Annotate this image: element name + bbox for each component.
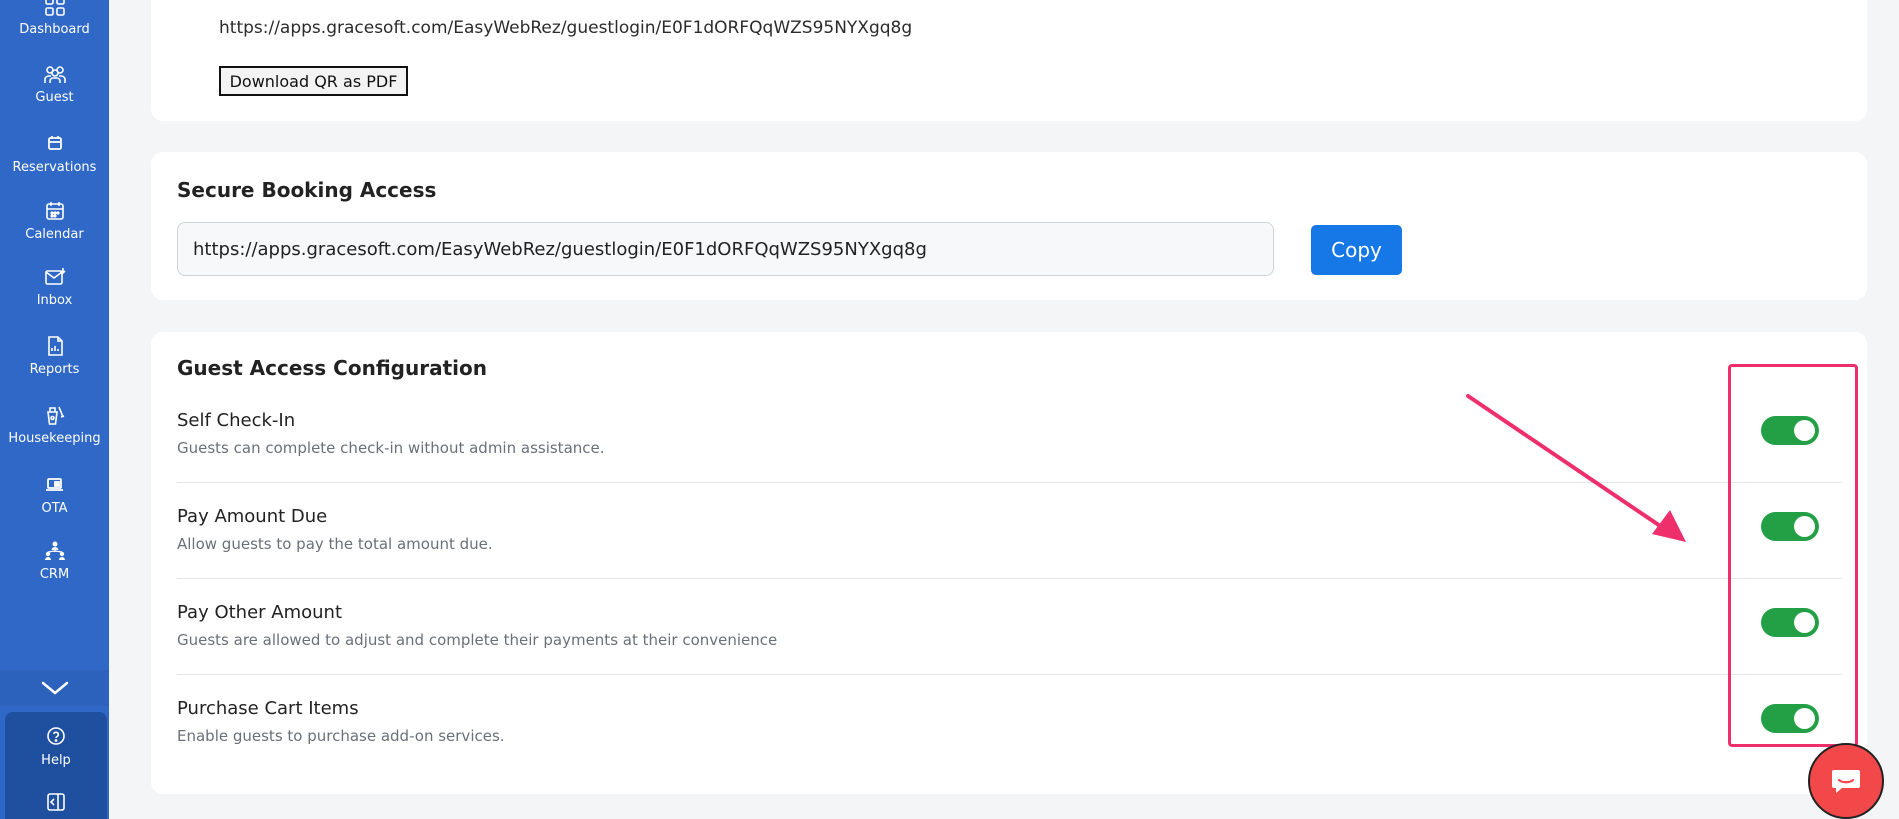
chat-widget-button[interactable] <box>1808 743 1884 819</box>
sidebar-item-label: Guest <box>35 90 74 105</box>
help-label: Help <box>41 753 71 768</box>
calendar-icon <box>45 202 64 220</box>
sidebar-item-label: Reservations <box>12 160 97 175</box>
option-title: Purchase Cart Items <box>177 698 359 719</box>
sidebar-item-label: Inbox <box>36 293 73 308</box>
sidebar-item-reports[interactable]: Reports <box>0 334 109 377</box>
option-description: Enable guests to purchase add-on service… <box>177 727 505 745</box>
annotation-arrow-icon <box>1466 394 1686 542</box>
crm-icon <box>44 541 65 560</box>
toggle-highlight-box <box>1728 364 1858 747</box>
expand-sidebar-button[interactable] <box>0 670 109 706</box>
option-title: Pay Amount Due <box>177 506 328 527</box>
sidebar-item-crm[interactable]: CRM <box>0 539 109 582</box>
option-title: Self Check-In <box>177 410 296 431</box>
sidebar-item-label: Calendar <box>25 227 84 242</box>
ota-icon <box>45 478 63 491</box>
dashboard-icon <box>44 0 65 16</box>
sidebar-item-inbox[interactable]: Inbox <box>0 265 109 308</box>
sidebar-item-housekeeping[interactable]: Housekeeping <box>0 403 109 446</box>
sidebar-item-label: OTA <box>41 501 68 516</box>
qr-code-card: https://apps.gracesoft.com/EasyWebRez/gu… <box>151 0 1867 121</box>
sidebar-item-label: CRM <box>39 567 70 582</box>
secure-booking-card: Secure Booking Access Copy <box>151 152 1867 300</box>
sidebar-bottom-panel: Help <box>5 712 107 819</box>
inbox-icon <box>44 268 66 285</box>
reports-icon <box>47 336 63 356</box>
sidebar-item-dashboard[interactable]: Dashboard <box>0 0 109 37</box>
download-qr-pdf-button[interactable]: Download QR as PDF <box>219 66 408 96</box>
option-description: Allow guests to pay the total amount due… <box>177 535 493 553</box>
section-title: Guest Access Configuration <box>177 356 487 380</box>
option-description: Guests are allowed to adjust and complet… <box>177 631 778 649</box>
collapse-sidebar-button[interactable] <box>5 791 107 817</box>
sidebar-item-guest[interactable]: Guest <box>0 62 109 105</box>
sidebar-item-reservations[interactable]: Reservations <box>0 132 109 175</box>
guest-icon <box>43 66 66 83</box>
sidebar-item-calendar[interactable]: Calendar <box>0 199 109 242</box>
help-icon <box>47 727 65 745</box>
copy-button[interactable]: Copy <box>1311 225 1402 275</box>
option-description: Guests can complete check-in without adm… <box>177 439 605 457</box>
sidebar-item-label: Dashboard <box>19 22 90 37</box>
section-title: Secure Booking Access <box>177 178 437 202</box>
reservations-icon <box>47 136 62 150</box>
guest-login-url: https://apps.gracesoft.com/EasyWebRez/gu… <box>219 18 913 38</box>
divider <box>177 578 1842 579</box>
chat-icon <box>1832 770 1860 793</box>
sidebar-item-label: Housekeeping <box>8 431 101 446</box>
sidebar-item-ota[interactable]: OTA <box>0 473 109 516</box>
collapse-panel-icon <box>47 793 65 811</box>
sidebar-item-label: Reports <box>29 362 80 377</box>
housekeeping-icon <box>46 406 64 425</box>
sidebar: Dashboard Guest Reservations Calendar In… <box>0 0 109 819</box>
chevron-down-icon <box>41 681 68 695</box>
booking-url-input[interactable] <box>177 222 1274 276</box>
divider <box>177 674 1842 675</box>
option-title: Pay Other Amount <box>177 602 343 623</box>
help-button[interactable]: Help <box>5 726 107 768</box>
